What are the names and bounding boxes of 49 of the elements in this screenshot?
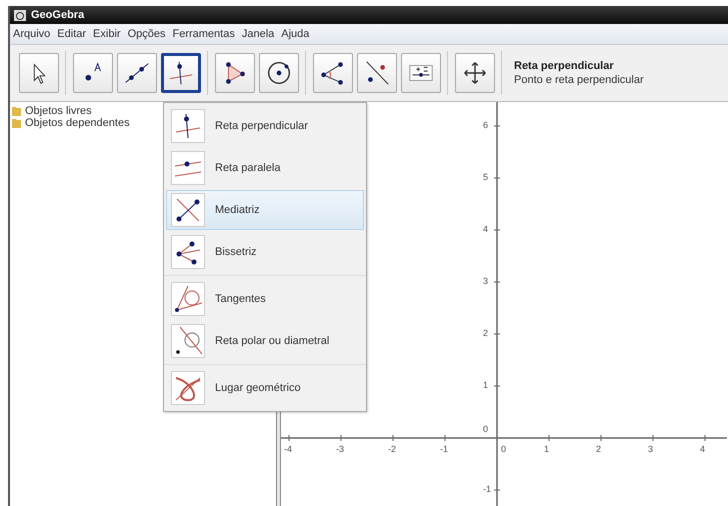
tree-item[interactable]: Objetos livres <box>25 105 92 117</box>
axis-label: -3 <box>336 444 344 454</box>
menu-item[interactable]: Arquivo <box>13 28 50 40</box>
angle-bisector-icon <box>171 235 205 269</box>
axis-label: 0 <box>501 444 506 454</box>
curve-icon <box>171 371 205 405</box>
axis-label: 2 <box>596 444 602 454</box>
tool-description: Ponto e reta perpendicular <box>514 74 644 86</box>
menu-option[interactable]: Lugar geométrico <box>166 368 364 408</box>
axis-label: -2 <box>388 444 396 454</box>
tool-name: Reta perpendicular <box>514 60 615 72</box>
axis-label: 0 <box>483 424 488 434</box>
axis-label: -1 <box>483 484 492 494</box>
menu-item[interactable]: Janela <box>242 28 274 40</box>
tool-button[interactable] <box>357 53 397 93</box>
axis-label: 1 <box>483 380 488 390</box>
axis-label: -4 <box>284 444 292 454</box>
menu-item[interactable]: Exibir <box>93 28 121 40</box>
menu-item[interactable]: Ajuda <box>281 28 310 40</box>
crossing-lines-icon <box>171 193 205 227</box>
menu-option[interactable]: Reta perpendicular <box>166 106 364 146</box>
tool-button[interactable] <box>73 53 113 93</box>
tool-button[interactable] <box>215 53 255 93</box>
menu-option[interactable]: Reta polar ou diametral <box>166 321 364 361</box>
axis-label: 3 <box>648 444 654 454</box>
tool-button[interactable] <box>161 53 201 93</box>
menu-option[interactable]: Reta paralela <box>166 148 364 188</box>
tool-button[interactable] <box>313 53 353 93</box>
tree-item[interactable]: Objetos dependentes <box>25 117 130 129</box>
tool-button[interactable] <box>19 53 59 93</box>
axis-label: 6 <box>483 120 488 130</box>
axis-label: -1 <box>440 444 448 454</box>
axis-label: 4 <box>700 444 706 454</box>
axis-label: 3 <box>483 276 488 286</box>
tool-button[interactable] <box>259 53 299 93</box>
axis-label: 5 <box>483 172 488 182</box>
menu-option[interactable]: Tangentes <box>166 279 364 319</box>
tool-button[interactable] <box>117 53 157 93</box>
menu-option[interactable]: Mediatriz <box>166 190 364 230</box>
axis-label: 1 <box>544 444 550 454</box>
menu-item[interactable]: Editar <box>57 28 86 40</box>
menu-item[interactable]: Ferramentas <box>172 28 235 40</box>
axis-label: 4 <box>483 224 488 234</box>
axis-label: 2 <box>483 328 488 338</box>
window-title: GeoGebra <box>31 9 84 21</box>
app-icon <box>14 10 26 20</box>
menu-item[interactable]: Opções <box>128 28 166 40</box>
menu-option[interactable]: Bissetriz <box>166 232 364 272</box>
tool-button[interactable] <box>455 53 495 93</box>
